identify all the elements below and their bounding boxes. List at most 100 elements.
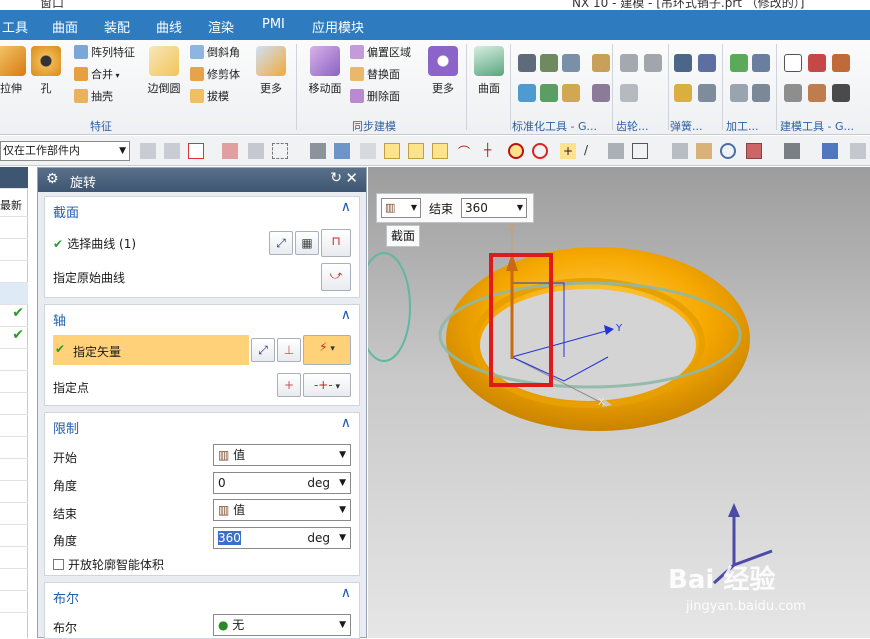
boolean-select[interactable]: ● 无 ▼ bbox=[213, 614, 351, 636]
view-icon[interactable] bbox=[310, 143, 326, 159]
snap-quadrant-icon[interactable] bbox=[532, 143, 548, 159]
grid-icon[interactable] bbox=[632, 143, 648, 159]
limits-group-title[interactable]: 限制 bbox=[53, 418, 79, 437]
replace-face-button[interactable]: 替换面 bbox=[350, 66, 400, 84]
machining-tool-icon[interactable] bbox=[752, 84, 770, 102]
selection-scope-select[interactable]: 仅在工作部件内 ▼ bbox=[0, 141, 130, 161]
navigator-row[interactable] bbox=[0, 525, 28, 547]
snap-face-icon[interactable] bbox=[608, 143, 624, 159]
spring-tool-icon[interactable] bbox=[674, 84, 692, 102]
view-fit-icon[interactable] bbox=[672, 143, 688, 159]
inferred-point-dropdown[interactable]: -+- ▾ bbox=[303, 373, 351, 397]
start-type-select[interactable]: ▥ 值 ▼ bbox=[213, 444, 351, 466]
draft-button[interactable]: 拔模 bbox=[190, 88, 229, 106]
specify-vector-row[interactable]: ✔ 指定矢量 bbox=[53, 335, 249, 365]
snap-center-icon[interactable] bbox=[508, 143, 524, 159]
machining-tool-icon[interactable] bbox=[730, 54, 748, 72]
navigator-row[interactable] bbox=[0, 415, 28, 437]
snap-icon[interactable] bbox=[188, 143, 204, 159]
delete-face-button[interactable]: 删除面 bbox=[350, 88, 400, 106]
modeling-tool-icon[interactable] bbox=[832, 84, 850, 102]
filter-icon[interactable] bbox=[164, 143, 180, 159]
boolean-group-title[interactable]: 布尔 bbox=[53, 588, 79, 607]
std-tool-icon[interactable] bbox=[540, 54, 558, 72]
navigator-row[interactable] bbox=[0, 591, 28, 613]
modeling-tool-icon[interactable] bbox=[808, 54, 826, 72]
snap-intersection-icon[interactable]: ┼ bbox=[484, 143, 500, 159]
filter-icon[interactable] bbox=[140, 143, 156, 159]
snap-curve-icon[interactable]: ⌒ bbox=[458, 143, 474, 159]
rect-select-icon[interactable] bbox=[272, 143, 288, 159]
modeling-tool-icon[interactable] bbox=[808, 84, 826, 102]
open-profile-checkbox[interactable] bbox=[53, 559, 64, 570]
chevron-up-icon[interactable]: ∧ bbox=[341, 307, 351, 323]
reverse-direction-button[interactable]: ⤢ bbox=[269, 231, 293, 255]
modeling-tool-icon[interactable] bbox=[832, 54, 850, 72]
std-tool-icon[interactable] bbox=[592, 54, 610, 72]
modeling-tool-icon[interactable] bbox=[784, 84, 802, 102]
gear-icon[interactable]: ⚙ bbox=[46, 171, 59, 187]
gear-tool-icon[interactable] bbox=[620, 84, 638, 102]
curve-section-button[interactable]: ⊓ bbox=[321, 229, 351, 257]
section-group-title[interactable]: 截面 bbox=[53, 202, 79, 221]
spring-tool-icon[interactable] bbox=[698, 54, 716, 72]
snap-line-icon[interactable]: / bbox=[584, 143, 600, 159]
reverse-vector-button[interactable]: ⤢ bbox=[251, 338, 275, 362]
navigator-row[interactable] bbox=[0, 371, 28, 393]
point-dialog-button[interactable]: + bbox=[277, 373, 301, 397]
extrude-button[interactable]: 拉伸 bbox=[0, 46, 26, 96]
limit-type-select[interactable]: ▥ ▼ bbox=[381, 198, 421, 218]
machining-tool-icon[interactable] bbox=[752, 54, 770, 72]
snap-icon[interactable] bbox=[222, 143, 238, 159]
chamfer-button[interactable]: 倒斜角 bbox=[190, 44, 240, 62]
triangle-tool-icon[interactable] bbox=[784, 54, 802, 72]
navigator-row[interactable] bbox=[0, 569, 28, 591]
navigator-row[interactable] bbox=[0, 283, 28, 305]
std-tool-icon[interactable] bbox=[518, 84, 536, 102]
end-type-select[interactable]: ▥ 值 ▼ bbox=[213, 499, 351, 521]
menu-surface[interactable]: 曲面 bbox=[52, 17, 78, 36]
axis-group-title[interactable]: 轴 bbox=[53, 310, 66, 329]
std-tool-icon[interactable] bbox=[562, 54, 580, 72]
snap-point-icon[interactable] bbox=[384, 143, 400, 159]
open-profile-smart-volume-row[interactable]: 开放轮廓智能体积 bbox=[53, 556, 164, 573]
snap-endpoint-icon[interactable] bbox=[408, 143, 424, 159]
navigator-row[interactable] bbox=[0, 481, 28, 503]
chevron-up-icon[interactable]: ∧ bbox=[341, 199, 351, 215]
navigator-row[interactable] bbox=[0, 437, 28, 459]
menu-assembly[interactable]: 装配 bbox=[104, 17, 130, 36]
menu-curve[interactable]: 曲线 bbox=[156, 17, 182, 36]
view-icon[interactable] bbox=[334, 143, 350, 159]
graphics-viewport[interactable]: Y X Z ▥ ▼ 结束 360 ▼ 截面 Bai 经验 jingyan.baidu… bbox=[368, 167, 870, 638]
trim-body-button[interactable]: 修剪体 bbox=[190, 66, 240, 84]
navigator-row[interactable] bbox=[0, 349, 28, 371]
spring-tool-icon[interactable] bbox=[674, 54, 692, 72]
section-curve[interactable] bbox=[368, 252, 411, 362]
inferred-vector-dropdown[interactable]: ⚡ ▾ bbox=[303, 335, 351, 365]
navigator-row[interactable] bbox=[0, 217, 28, 239]
vector-dialog-button[interactable]: ⊥ bbox=[277, 338, 301, 362]
origin-curve-button[interactable]: ⤻ bbox=[321, 263, 351, 291]
rotate-icon[interactable] bbox=[720, 143, 736, 159]
chevron-up-icon[interactable]: ∧ bbox=[341, 585, 351, 601]
cube-view-icon[interactable] bbox=[822, 143, 838, 159]
more-sync-button[interactable]: 更多 bbox=[428, 46, 458, 96]
end-angle-input[interactable]: 360 deg ▼ bbox=[213, 527, 351, 549]
chevron-up-icon[interactable]: ∧ bbox=[341, 415, 351, 431]
std-tool-icon[interactable] bbox=[562, 84, 580, 102]
snap-icon[interactable] bbox=[248, 143, 264, 159]
reset-icon[interactable]: ↻ bbox=[330, 170, 342, 186]
select-curve-row[interactable]: ✔ 选择曲线 (1) bbox=[53, 235, 136, 252]
navigator-row[interactable] bbox=[0, 239, 28, 261]
shell-button[interactable]: 抽壳 bbox=[74, 88, 113, 106]
arrow-icon[interactable] bbox=[360, 143, 376, 159]
more-view-icon[interactable] bbox=[850, 143, 866, 159]
pattern-feature-button[interactable]: 阵列特征 bbox=[74, 44, 135, 62]
menu-pmi[interactable]: PMI bbox=[262, 17, 285, 32]
navigator-row[interactable] bbox=[0, 393, 28, 415]
start-angle-input[interactable]: 0 deg ▼ bbox=[213, 472, 351, 494]
snap-midpoint-icon[interactable] bbox=[432, 143, 448, 159]
close-icon[interactable]: ✕ bbox=[345, 169, 358, 187]
snap-point-on-icon[interactable]: + bbox=[560, 143, 576, 159]
menu-render[interactable]: 渲染 bbox=[208, 17, 234, 36]
